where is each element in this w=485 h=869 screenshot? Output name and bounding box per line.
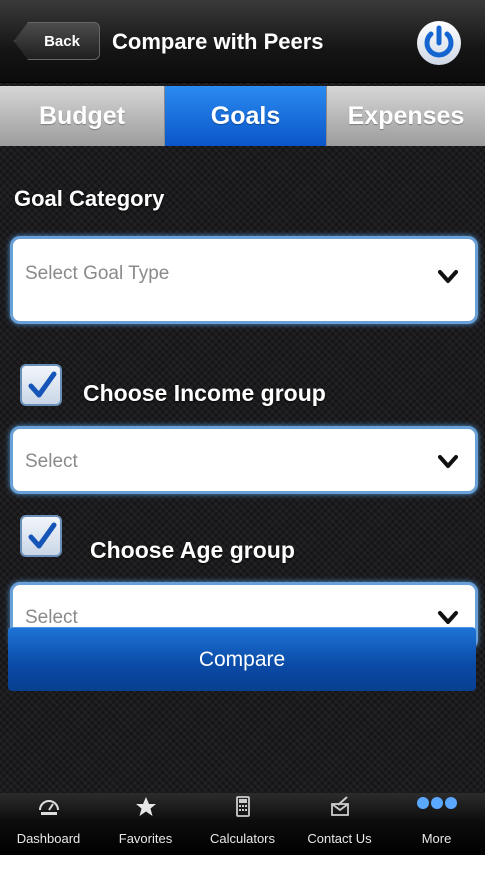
navigation-bar: Back Compare with Peers xyxy=(0,0,485,83)
more-dots-icon xyxy=(416,797,457,809)
power-icon[interactable] xyxy=(414,18,464,68)
checkmark-icon xyxy=(28,371,57,398)
segment-tabs: Budget Goals Expenses xyxy=(0,86,485,146)
tabbar-label-dashboard: Dashboard xyxy=(16,831,81,846)
tabbar-item-dashboard[interactable]: Dashboard xyxy=(0,793,97,855)
age-group-checkbox[interactable] xyxy=(20,515,62,557)
chevron-down-icon xyxy=(438,270,458,283)
tabbar-label-contact-us: Contact Us xyxy=(307,831,372,846)
tabbar-label-calculators: Calculators xyxy=(209,831,276,846)
tabbar-item-contact-us[interactable]: Contact Us xyxy=(291,793,388,855)
tabbar-item-favorites[interactable]: Favorites xyxy=(97,793,194,855)
chevron-down-icon xyxy=(438,611,458,624)
contact-icon xyxy=(330,796,349,816)
page-title: Compare with Peers xyxy=(112,29,324,54)
goal-category-label: Goal Category xyxy=(14,186,165,211)
app-screen: Back Compare with Peers Budget Goals Exp… xyxy=(0,0,485,869)
dashboard-icon xyxy=(38,800,59,815)
compare-button[interactable]: Compare xyxy=(8,627,476,691)
tab-budget[interactable]: Budget xyxy=(0,86,165,146)
bottom-tab-bar: Dashboard Favorites Calculators Contact … xyxy=(0,793,485,855)
income-group-select[interactable]: Select xyxy=(10,426,478,494)
tabbar-label-more: More xyxy=(421,831,452,846)
age-group-label: Choose Age group xyxy=(90,537,295,563)
bottom-edge xyxy=(0,855,485,869)
tab-expenses[interactable]: Expenses xyxy=(327,86,485,146)
tab-goals[interactable]: Goals xyxy=(165,86,327,146)
calculator-icon xyxy=(235,796,250,817)
chevron-down-icon xyxy=(438,455,458,468)
star-icon xyxy=(135,797,156,816)
goal-type-select[interactable]: Select Goal Type xyxy=(10,236,478,324)
checkmark-icon xyxy=(28,522,57,549)
tabbar-label-favorites: Favorites xyxy=(118,831,173,846)
tabbar-item-more[interactable]: More xyxy=(388,793,485,855)
back-button[interactable]: Back xyxy=(14,22,100,60)
income-group-label: Choose Income group xyxy=(83,380,326,406)
age-select-placeholder: Select xyxy=(25,607,78,628)
income-select-placeholder: Select xyxy=(25,451,78,472)
tabbar-item-calculators[interactable]: Calculators xyxy=(194,793,291,855)
income-group-checkbox[interactable] xyxy=(20,364,62,406)
goal-type-placeholder: Select Goal Type xyxy=(25,263,170,284)
